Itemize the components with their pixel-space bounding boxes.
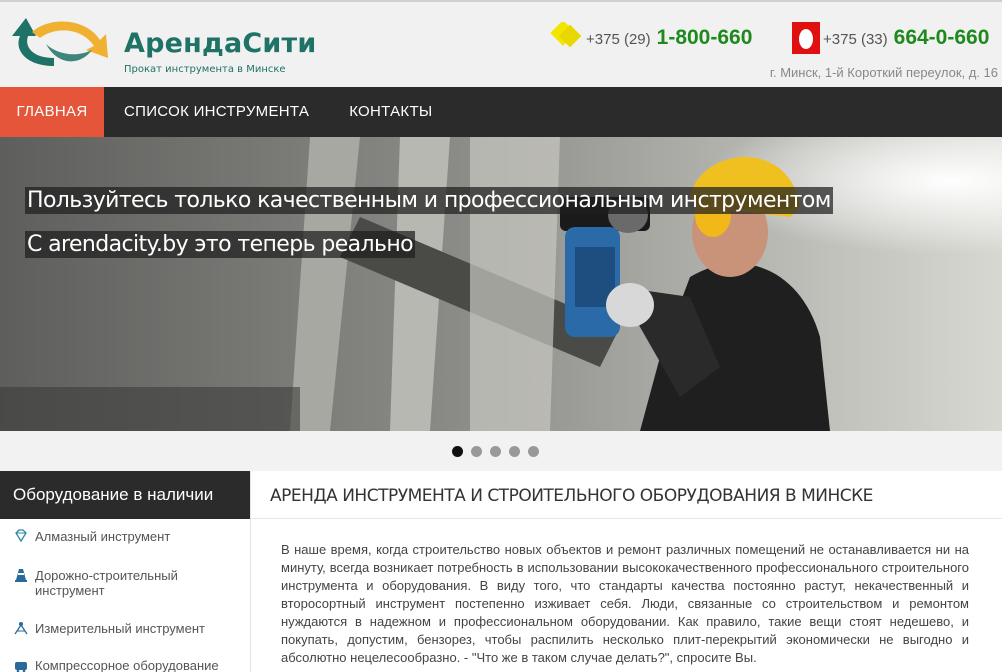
sidebar-item-label: Измерительный инструмент [35,621,205,636]
site-header: АрендаСити Прокат инструмента в Минске +… [0,0,1002,87]
phone-velcom[interactable]: +375 (29) 1-800-660 [586,26,752,56]
sidebar-item-label: Алмазный инструмент [35,529,171,544]
slider-dot-5[interactable] [528,446,539,457]
phone-mts[interactable]: +375 (33) 664-0-660 [823,26,989,56]
hero-caption-line1: Пользуйтесь только качественным и профес… [25,187,833,214]
slider-dot-3[interactable] [490,446,501,457]
sidebar-item-diamond-tools[interactable]: Алмазный инструмент [0,529,250,544]
equipment-sidebar: Оборудование в наличии Алмазный инструме… [0,471,250,672]
slider-pagination [452,446,539,457]
phone-code: +375 (29) [586,31,651,48]
logo-subtitle: Прокат инструмента в Минске [124,64,286,75]
sidebar-item-compressor[interactable]: Компрессорное оборудование [0,658,250,672]
slider-dot-1[interactable] [452,446,463,457]
main-content: АРЕНДА ИНСТРУМЕНТА И СТРОИТЕЛЬНОГО ОБОРУ… [250,471,1002,672]
velcom-icon [550,22,582,48]
address: г. Минск, 1-й Короткий переулок, д. 16 [769,65,998,80]
hero-image [0,137,1002,431]
slider-dot-4[interactable] [509,446,520,457]
phone-number: 1-800-660 [656,26,753,49]
tripod-icon [14,622,28,635]
logo-arrows-icon[interactable] [6,14,112,76]
intro-text: В наше время, когда строительство новых … [281,542,969,665]
sidebar-title: Оборудование в наличии [0,471,250,519]
compressor-icon [15,662,27,672]
main-nav: ГЛАВНАЯ СПИСОК ИНСТРУМЕНТА КОНТАКТЫ [0,87,1002,137]
mts-icon [792,22,820,54]
slider-dot-2[interactable] [471,446,482,457]
nav-item-home[interactable]: ГЛАВНАЯ [0,87,104,137]
logo-title[interactable]: АрендаСити [124,28,317,59]
sidebar-item-road-construction[interactable]: Дорожно-строительный инструмент [0,568,200,598]
sidebar-item-measuring[interactable]: Измерительный инструмент [0,621,250,636]
nav-item-contacts[interactable]: КОНТАКТЫ [329,87,452,137]
phone-code: +375 (33) [823,31,888,48]
page-title: АРЕНДА ИНСТРУМЕНТА И СТРОИТЕЛЬНОГО ОБОРУ… [251,471,1002,519]
traffic-cone-icon [15,569,27,582]
diamond-icon [15,529,27,543]
hero-slider[interactable]: Пользуйтесь только качественным и профес… [0,137,1002,431]
nav-item-tool-list[interactable]: СПИСОК ИНСТРУМЕНТА [104,87,329,137]
hero-caption-line2: С arendacity.by это теперь реально [25,231,415,258]
sidebar-item-label: Дорожно-строительный инструмент [35,568,178,598]
phone-number: 664-0-660 [893,26,990,49]
sidebar-item-label: Компрессорное оборудование [35,658,219,672]
